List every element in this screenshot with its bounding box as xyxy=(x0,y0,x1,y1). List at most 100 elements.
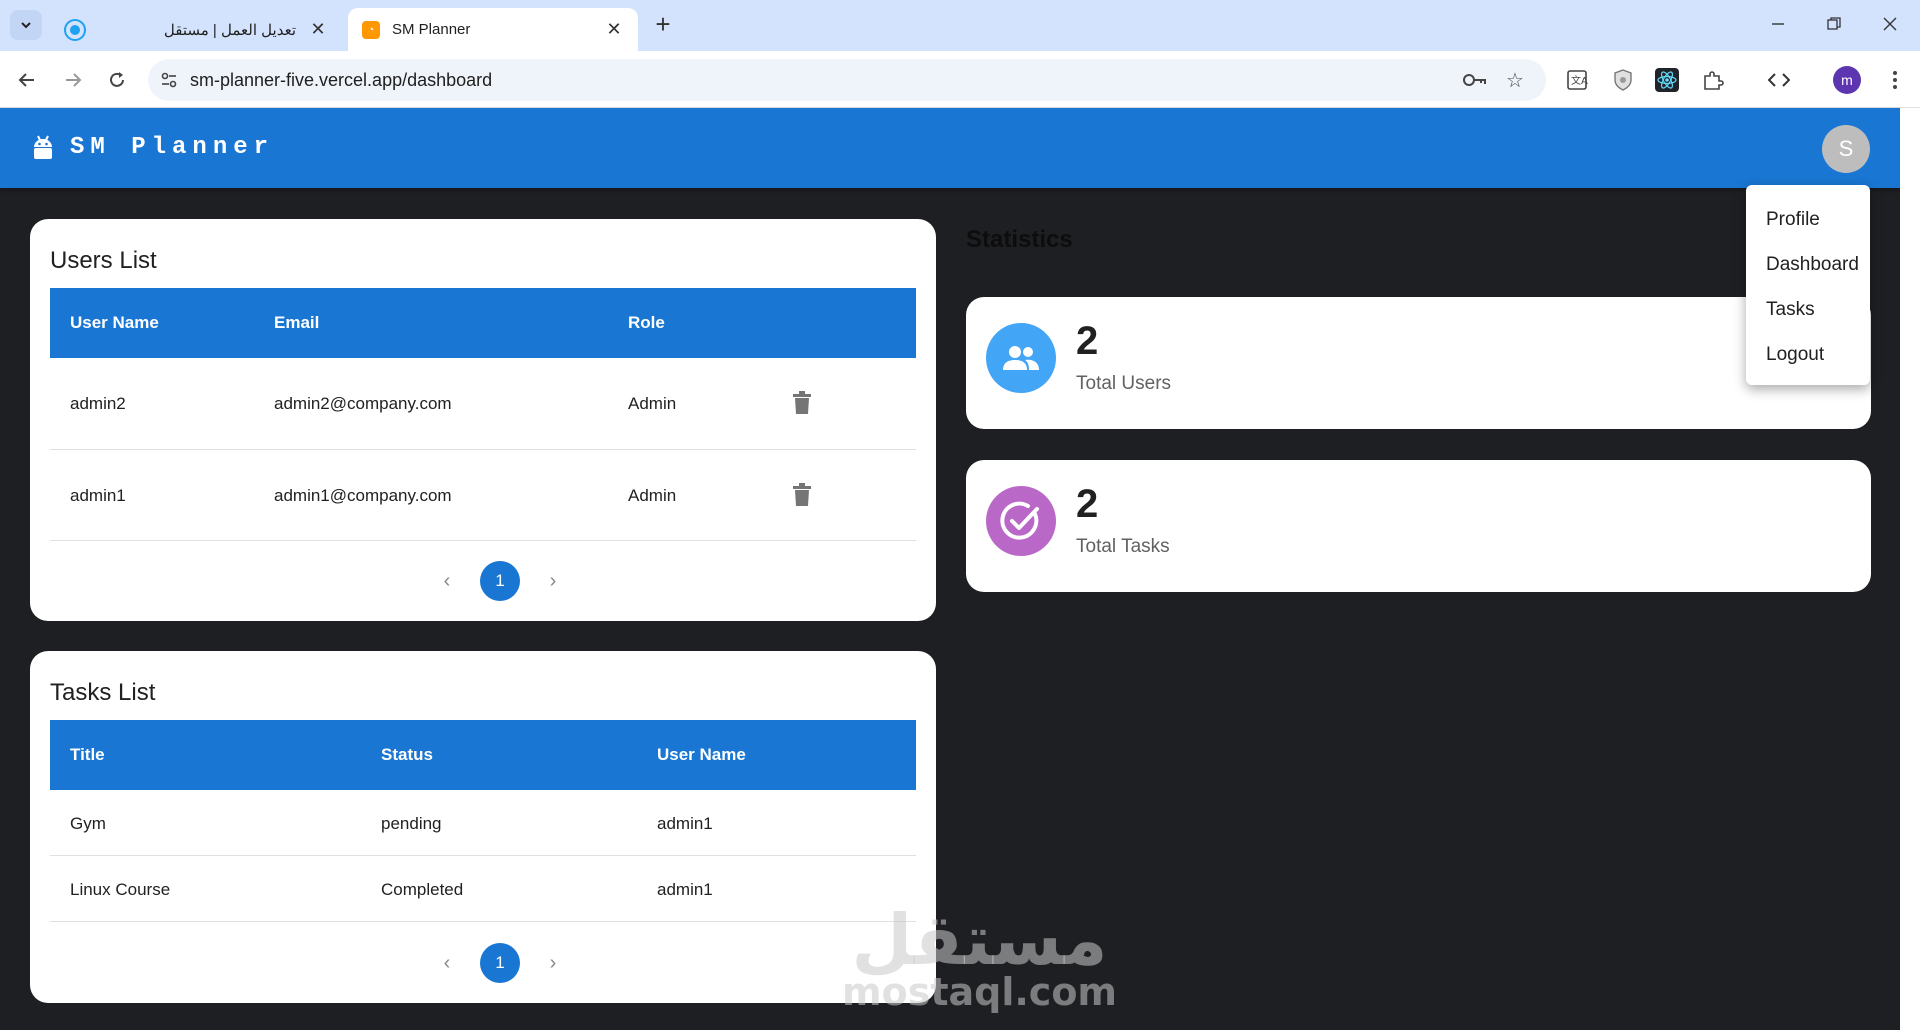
browser-menu-icon[interactable] xyxy=(1880,65,1910,95)
url-path: /dashboard xyxy=(402,69,493,90)
chevron-left-icon[interactable]: ‹ xyxy=(432,570,462,593)
address-bar[interactable]: sm-planner-five.vercel.app/dashboard ☆ xyxy=(148,59,1546,101)
tab-title: SM Planner xyxy=(392,21,471,38)
browser-profile-avatar[interactable]: m xyxy=(1833,66,1861,94)
watermark-latin: mostaql.com xyxy=(842,970,1118,1014)
user-avatar[interactable]: S xyxy=(1822,125,1870,173)
close-icon xyxy=(1883,17,1897,31)
close-icon[interactable]: ✕ xyxy=(604,19,624,40)
total-users-card: 2 Total Users xyxy=(966,297,1871,429)
forward-button[interactable] xyxy=(56,63,90,97)
brand-name: SM Planner xyxy=(70,134,275,161)
table-row: Gym pending admin1 xyxy=(50,790,916,856)
page-button[interactable]: 1 xyxy=(480,561,520,601)
task-status-cell: Completed xyxy=(381,880,464,899)
chevron-right-icon[interactable]: › xyxy=(538,570,568,593)
table-row: admin1 admin1@company.com Admin xyxy=(50,450,916,541)
users-pagination: ‹ 1 › xyxy=(432,561,568,601)
tab-search-button[interactable] xyxy=(10,10,42,40)
svg-text:文A: 文A xyxy=(1571,74,1588,87)
user-name-cell: admin2 xyxy=(70,394,126,413)
task-title-cell: Gym xyxy=(70,814,106,833)
tasks-pagination: ‹ 1 › xyxy=(432,943,568,983)
tasks-list-title: Tasks List xyxy=(50,679,156,706)
table-row: admin2 admin2@company.com Admin xyxy=(50,358,916,450)
total-tasks-value: 2 xyxy=(1076,482,1099,526)
chevron-left-icon[interactable]: ‹ xyxy=(432,952,462,975)
close-window-button[interactable] xyxy=(1870,8,1910,40)
chevron-down-icon xyxy=(21,22,31,29)
total-users-label: Total Users xyxy=(1076,373,1172,394)
site-info-icon[interactable] xyxy=(148,71,190,89)
menu-item-dashboard[interactable]: Dashboard xyxy=(1746,242,1870,287)
email-cell: admin1@company.com xyxy=(274,486,452,505)
email-cell: admin2@company.com xyxy=(274,394,452,413)
arrow-left-icon xyxy=(18,73,34,87)
url-domain: sm-planner-five.vercel.app xyxy=(190,69,403,90)
total-tasks-label: Total Tasks xyxy=(1076,536,1170,557)
mostaql-favicon-icon xyxy=(66,20,84,39)
column-header-user-name[interactable]: User Name xyxy=(657,745,746,765)
check-circle-icon xyxy=(986,486,1056,556)
restore-icon xyxy=(1827,17,1841,30)
tab-sm-planner[interactable]: ◔ SM Planner ✕ xyxy=(348,8,638,51)
tab-mostaql[interactable]: تعديل العمل | مستقل ✕ xyxy=(52,8,342,51)
chevron-right-icon[interactable]: › xyxy=(538,952,568,975)
menu-item-profile[interactable]: Profile xyxy=(1746,197,1870,242)
task-status-cell: pending xyxy=(381,814,442,833)
task-user-cell: admin1 xyxy=(657,880,713,899)
android-logo-icon xyxy=(34,135,52,159)
reload-icon xyxy=(110,72,124,87)
total-users-value: 2 xyxy=(1076,319,1099,363)
tasks-table-header: Title Status User Name xyxy=(50,720,916,790)
delete-icon[interactable] xyxy=(792,483,812,507)
shield-extension-icon[interactable] xyxy=(1608,65,1638,95)
column-header-role[interactable]: Role xyxy=(628,313,665,333)
page-button[interactable]: 1 xyxy=(480,943,520,983)
app-header: SM Planner S xyxy=(0,108,1900,188)
page-scrollbar[interactable] xyxy=(1900,108,1920,1030)
restore-button[interactable] xyxy=(1814,8,1854,40)
role-cell: Admin xyxy=(628,486,677,505)
arrow-right-icon xyxy=(66,73,82,87)
user-name-cell: admin1 xyxy=(70,486,126,505)
users-list-card: Users List User Name Email Role admin2 a… xyxy=(30,219,936,621)
tab-title: تعديل العمل | مستقل xyxy=(163,21,296,39)
menu-item-tasks[interactable]: Tasks xyxy=(1746,287,1870,332)
watermark-arabic: مستقل xyxy=(851,899,1108,981)
total-tasks-card: 2 Total Tasks xyxy=(966,460,1871,592)
password-key-icon[interactable] xyxy=(1462,67,1488,93)
column-header-status[interactable]: Status xyxy=(381,745,433,765)
new-tab-button[interactable]: + xyxy=(648,10,678,40)
users-list-title: Users List xyxy=(50,247,157,274)
url-text: sm-planner-five.vercel.app/dashboard xyxy=(190,70,492,91)
browser-toolbar: sm-planner-five.vercel.app/dashboard ☆ 文… xyxy=(0,51,1920,108)
people-icon xyxy=(986,323,1056,393)
user-menu: Profile Dashboard Tasks Logout xyxy=(1746,185,1870,385)
mostaql-watermark: مستقل mostaql.com xyxy=(842,899,1118,1014)
extensions-puzzle-icon[interactable] xyxy=(1698,65,1728,95)
back-button[interactable] xyxy=(10,63,44,97)
delete-icon[interactable] xyxy=(792,391,812,415)
react-devtools-icon[interactable] xyxy=(1652,65,1682,95)
sm-planner-favicon-icon: ◔ xyxy=(362,20,380,39)
minimize-button[interactable] xyxy=(1758,8,1798,40)
menu-item-logout[interactable]: Logout xyxy=(1746,332,1870,377)
translate-extension-icon[interactable]: 文A xyxy=(1562,65,1592,95)
close-icon[interactable]: ✕ xyxy=(308,19,328,40)
table-row: Linux Course Completed admin1 xyxy=(50,856,916,922)
bookmark-star-icon[interactable]: ☆ xyxy=(1502,67,1528,93)
devtools-code-icon[interactable] xyxy=(1764,65,1794,95)
tasks-list-card: Tasks List Title Status User Name Gym pe… xyxy=(30,651,936,1003)
reload-button[interactable] xyxy=(100,63,134,97)
users-table-header: User Name Email Role xyxy=(50,288,916,358)
brand[interactable]: SM Planner xyxy=(32,134,274,161)
column-header-email[interactable]: Email xyxy=(274,313,319,333)
column-header-title[interactable]: Title xyxy=(70,745,105,765)
minimize-icon xyxy=(1772,23,1784,25)
task-title-cell: Linux Course xyxy=(70,880,171,899)
browser-tab-bar: تعديل العمل | مستقل ✕ ◔ SM Planner ✕ + xyxy=(0,0,1920,51)
column-header-user-name[interactable]: User Name xyxy=(70,313,159,333)
task-user-cell: admin1 xyxy=(657,814,713,833)
statistics-heading: Statistics xyxy=(966,226,1073,253)
